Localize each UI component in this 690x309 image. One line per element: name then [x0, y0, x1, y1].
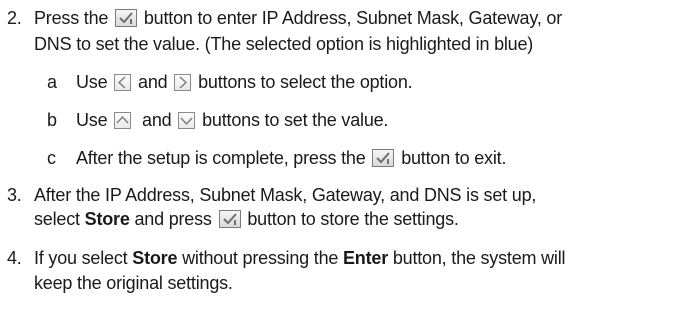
step-2-line-2: DNS to set the value. (The selected opti…: [34, 34, 534, 54]
enter-check-icon: [372, 149, 395, 167]
store-label: Store: [84, 209, 130, 229]
substep-letter: b: [47, 110, 57, 130]
text: and press: [134, 209, 212, 229]
step-4-line-2: keep the original settings.: [34, 273, 233, 293]
substep-letter: a: [47, 72, 57, 92]
text: button, the system will: [392, 248, 566, 268]
text: and: [142, 110, 172, 130]
store-label: Store: [132, 248, 178, 268]
text: Use: [76, 110, 108, 130]
text: buttons to select the option.: [198, 72, 413, 92]
text: button to store the settings.: [247, 209, 459, 229]
substep-letter: c: [47, 148, 56, 168]
text: If you select: [34, 248, 128, 268]
substep-b: Use and buttons to set the value.: [76, 109, 388, 131]
enter-check-icon: [115, 9, 138, 27]
text: Press the: [34, 8, 109, 28]
text: without pressing the: [182, 248, 339, 268]
enter-check-icon: [218, 210, 241, 228]
step-3-line-2: select Store and press button to store t…: [34, 208, 459, 230]
text: and: [138, 72, 168, 92]
left-arrow-icon: [114, 74, 132, 91]
step-number: 2.: [7, 8, 22, 28]
step-3-line-1: After the IP Address, Subnet Mask, Gatew…: [34, 185, 537, 205]
text: After the setup is complete, press the: [76, 148, 366, 168]
substep-a: Use and buttons to select the option.: [76, 71, 413, 93]
step-number: 3.: [7, 185, 22, 205]
text: Use: [76, 72, 108, 92]
down-arrow-icon: [178, 112, 196, 129]
text: buttons to set the value.: [202, 110, 389, 130]
step-number: 4.: [7, 248, 22, 268]
right-arrow-icon: [174, 74, 192, 91]
text: button to enter IP Address, Subnet Mask,…: [143, 8, 563, 28]
step-2-line-1: Press the button to enter IP Address, Su…: [34, 7, 562, 29]
step-4-line-1: If you select Store without pressing the…: [34, 247, 566, 269]
up-arrow-icon: [114, 112, 132, 129]
text: select: [34, 209, 80, 229]
text: button to exit.: [401, 148, 507, 168]
substep-c: After the setup is complete, press the b…: [76, 147, 506, 169]
enter-label: Enter: [343, 248, 389, 268]
